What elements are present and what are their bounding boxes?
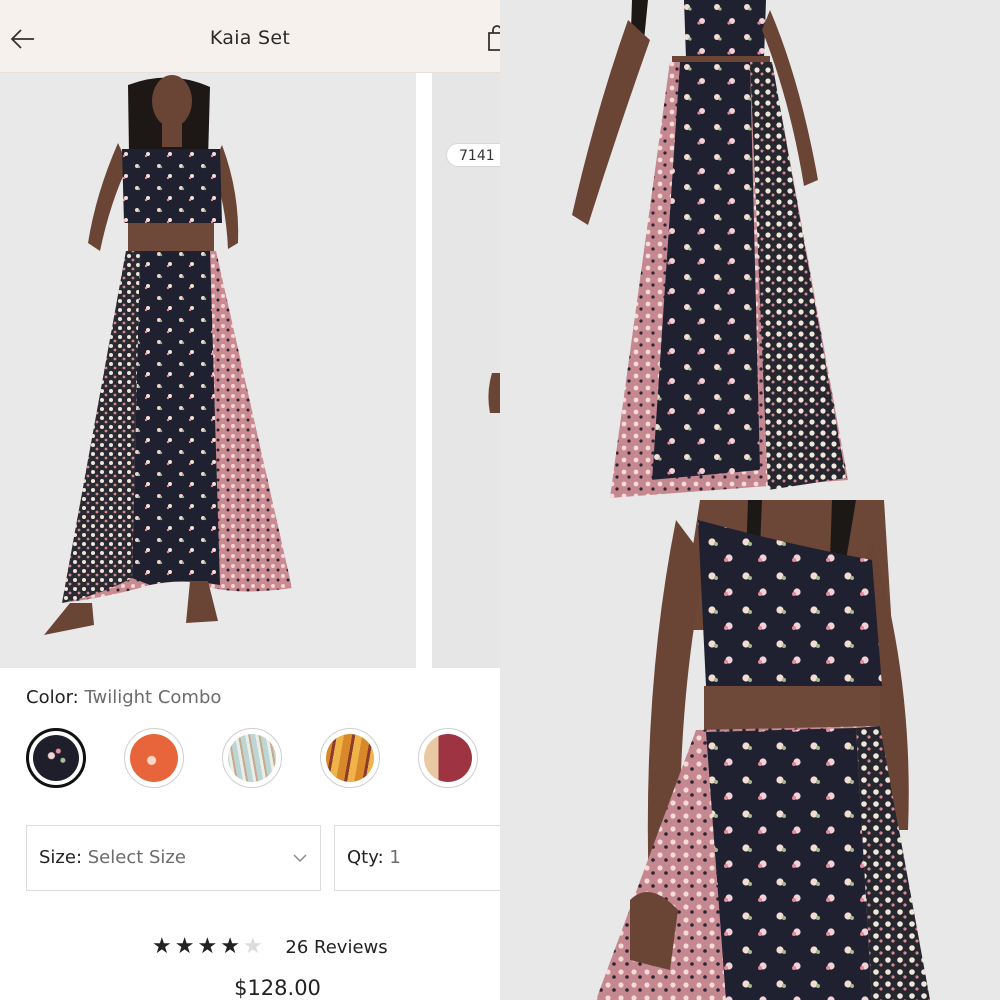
swatch-orange[interactable]: [124, 728, 184, 788]
rating-row: ★ ★ ★ ★ ★ 26 Reviews: [152, 934, 388, 960]
star-empty-icon: ★: [242, 934, 263, 959]
size-select[interactable]: Size: Select Size: [26, 825, 321, 891]
star-filled-icon: ★: [152, 934, 172, 959]
image-counter-badge: 7141: [446, 143, 500, 167]
product-price: $128.00: [234, 976, 321, 1000]
page-title: Kaia Set: [209, 27, 291, 49]
star-filled-icon: ★: [220, 934, 240, 959]
star-filled-icon: ★: [174, 934, 195, 959]
swatch-amber[interactable]: [320, 728, 380, 788]
qty-label: Qty:: [347, 847, 384, 868]
product-image-main[interactable]: [0, 73, 416, 668]
reviews-link[interactable]: 26 Reviews: [285, 937, 387, 958]
product-photo-top-closeup: [500, 500, 1000, 1000]
shopping-bag-button[interactable]: [486, 24, 500, 52]
chevron-down-icon: [293, 854, 307, 863]
color-label: Color:: [26, 687, 79, 708]
product-image-carousel[interactable]: 7141: [0, 73, 500, 668]
color-value: Twilight Combo: [84, 687, 222, 708]
swatch-berry[interactable]: [418, 728, 478, 788]
product-page: Kaia Set 7141 Color: Twilight Combo Size…: [0, 0, 500, 1000]
color-label-line: Color: Twilight Combo: [26, 687, 221, 708]
product-photo-skirt-closeup: [500, 0, 1000, 500]
shopping-bag-icon: [488, 25, 500, 51]
swatch-twilight-combo[interactable]: [26, 728, 86, 788]
star-filled-icon: ★: [197, 934, 218, 959]
size-label: Size:: [39, 847, 83, 868]
size-value: Select Size: [87, 847, 186, 868]
qty-value: 1: [389, 847, 401, 868]
top-nav-bar: Kaia Set: [0, 0, 500, 73]
swatch-light-blue[interactable]: [222, 728, 282, 788]
quantity-select[interactable]: Qty: 1: [334, 825, 500, 891]
